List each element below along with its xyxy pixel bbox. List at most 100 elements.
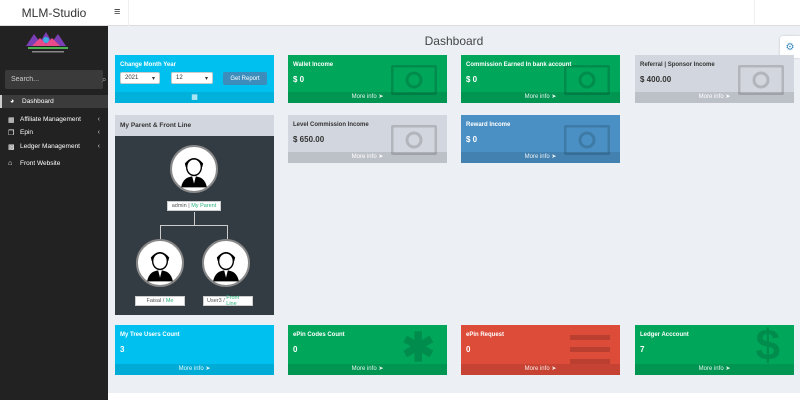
- arrow-circle-right-icon: ➤: [378, 154, 384, 160]
- parent-front-line-panel: My Parent & Front Line admin | My Parent…: [115, 115, 274, 315]
- page-footer: [108, 393, 800, 400]
- change-month-year-box: Change Month Year 2021 ▾ 12 ▾ Get Report…: [115, 55, 274, 103]
- sidebar-item-label: Dashboard: [22, 98, 54, 105]
- box-title: ePin Codes Count: [293, 332, 345, 338]
- month-value: 12: [176, 75, 183, 81]
- box-value: $ 0: [466, 135, 478, 144]
- sidebar-item-front-website[interactable]: ⌂ Front Website: [0, 157, 108, 170]
- month-select[interactable]: 12 ▾: [171, 72, 213, 84]
- box-value: 7: [640, 345, 645, 354]
- parent-role: My Parent: [191, 203, 217, 209]
- search-input[interactable]: [11, 76, 102, 83]
- box-title: Level Commission Income: [293, 122, 369, 128]
- chevron-left-icon: ‹: [97, 143, 100, 150]
- more-info-label: More info: [178, 366, 204, 372]
- chevron-down-icon: ▾: [204, 75, 208, 82]
- more-info-label: More info: [698, 366, 724, 372]
- sidebar: ⌕ ◕ Dashboard ▦ Affiliate Management ‹ ❐…: [0, 26, 108, 400]
- year-select[interactable]: 2021 ▾: [120, 72, 160, 84]
- child-avatar[interactable]: [136, 239, 184, 287]
- box-title: My Tree Users Count: [120, 332, 180, 338]
- ledger-icon: ▩: [8, 143, 15, 151]
- box-title: Commission Earned In bank account: [466, 62, 572, 68]
- sidebar-item-label: Ledger Management: [20, 143, 80, 150]
- child-name-tag[interactable]: Faisal / Me: [135, 296, 185, 306]
- level-commission-income-box: Level Commission Income $ 650.00 More in…: [288, 115, 447, 163]
- more-info-link[interactable]: More info ➤: [461, 364, 620, 375]
- money-icon: [564, 65, 610, 95]
- money-icon: [391, 65, 437, 95]
- box-value: $ 650.00: [293, 135, 325, 144]
- chevron-down-icon: ▾: [151, 75, 155, 82]
- tree-connector: [160, 225, 161, 239]
- chevron-left-icon: ‹: [97, 116, 100, 123]
- more-info-link[interactable]: More info ➤: [461, 92, 620, 103]
- more-info-link[interactable]: More info ➤: [461, 152, 620, 163]
- child-name-tag[interactable]: User3 / Front Line: [203, 295, 253, 307]
- commission-earned-box: Commission Earned In bank account $ 0 Mo…: [461, 55, 620, 103]
- reward-income-box: Reward Income $ 0 More info ➤: [461, 115, 620, 163]
- box-title: Reward Income: [466, 122, 511, 128]
- more-info-link[interactable]: More info ➤: [635, 364, 794, 375]
- arrow-circle-right-icon: ➤: [725, 366, 731, 372]
- topbar-user-area[interactable]: [754, 0, 800, 26]
- get-report-button[interactable]: Get Report: [223, 72, 267, 85]
- company-logo[interactable]: [22, 30, 74, 56]
- sidebar-item-label: Front Website: [20, 160, 61, 167]
- dashboard-icon: ◕: [10, 98, 15, 105]
- more-info-link[interactable]: More info ➤: [635, 92, 794, 103]
- top-navbar: ≡: [108, 0, 800, 26]
- more-info-link[interactable]: More info ➤: [288, 92, 447, 103]
- more-info-label: More info: [351, 366, 377, 372]
- page-title: Dashboard: [424, 34, 484, 48]
- parent-name: admin: [171, 203, 187, 209]
- more-info-link[interactable]: More info ➤: [288, 364, 447, 375]
- calendar-icon[interactable]: ▦: [115, 92, 274, 103]
- search-icon[interactable]: ⌕: [102, 75, 106, 85]
- wallet-income-box: Wallet Income $ 0 More info ➤: [288, 55, 447, 103]
- more-info-link[interactable]: More info ➤: [288, 152, 447, 163]
- arrow-circle-right-icon: ➤: [551, 94, 557, 100]
- box-value: 0: [293, 345, 298, 354]
- referral-sponsor-income-box: Referral | Sponsor Income $ 400.00 More …: [635, 55, 794, 103]
- sidebar-toggle-icon[interactable]: ≡: [114, 6, 120, 18]
- user-avatar-icon: [138, 241, 182, 285]
- sidebar-item-ledger-management[interactable]: ▩ Ledger Management ‹: [0, 140, 108, 153]
- box-title: Change Month Year: [120, 62, 176, 68]
- user-avatar-icon: [204, 241, 248, 285]
- more-info-label: More info: [351, 94, 377, 100]
- more-info-label: More info: [524, 366, 550, 372]
- year-value: 2021: [125, 75, 139, 81]
- arrow-circle-right-icon: ➤: [551, 154, 557, 160]
- box-value: $ 400.00: [640, 75, 672, 84]
- app-title: MLM-Studio: [21, 5, 87, 20]
- epin-request-box: ePin Request 0 More info ➤: [461, 325, 620, 375]
- arrow-circle-right-icon: ➤: [551, 366, 557, 372]
- child-name: User3: [207, 298, 222, 304]
- child-role: Me: [165, 298, 174, 304]
- box-value: 3: [120, 345, 125, 354]
- box-title: Wallet Income: [293, 62, 334, 68]
- money-icon: [564, 125, 610, 155]
- tree-users-count-box: My Tree Users Count 3 More info ➤: [115, 325, 274, 375]
- more-info-link[interactable]: More info ➤: [115, 364, 274, 375]
- box-title: ePin Request: [466, 332, 505, 338]
- box-value: $ 0: [293, 75, 305, 84]
- app-brand[interactable]: MLM-Studio: [0, 0, 108, 26]
- arrow-circle-right-icon: ➤: [378, 94, 384, 100]
- sidebar-item-affiliate-management[interactable]: ▦ Affiliate Management ‹: [0, 113, 108, 126]
- more-info-label: More info: [524, 94, 550, 100]
- parent-name-tag[interactable]: admin | My Parent: [167, 201, 221, 211]
- box-value: $ 0: [466, 75, 478, 84]
- sidebar-item-dashboard[interactable]: ◕ Dashboard: [0, 95, 108, 108]
- box-title: Referral | Sponsor Income: [640, 62, 715, 68]
- chevron-left-icon: ‹: [97, 129, 100, 136]
- child-avatar[interactable]: [202, 239, 250, 287]
- sidebar-search: ⌕: [5, 70, 106, 89]
- parent-avatar[interactable]: [170, 145, 218, 193]
- arrow-circle-right-icon: ➤: [205, 366, 211, 372]
- home-icon: ⌂: [8, 160, 13, 167]
- sidebar-item-epin[interactable]: ❐ Epin ‹: [0, 126, 108, 139]
- more-info-label: More info: [698, 94, 724, 100]
- more-info-label: More info: [524, 154, 550, 160]
